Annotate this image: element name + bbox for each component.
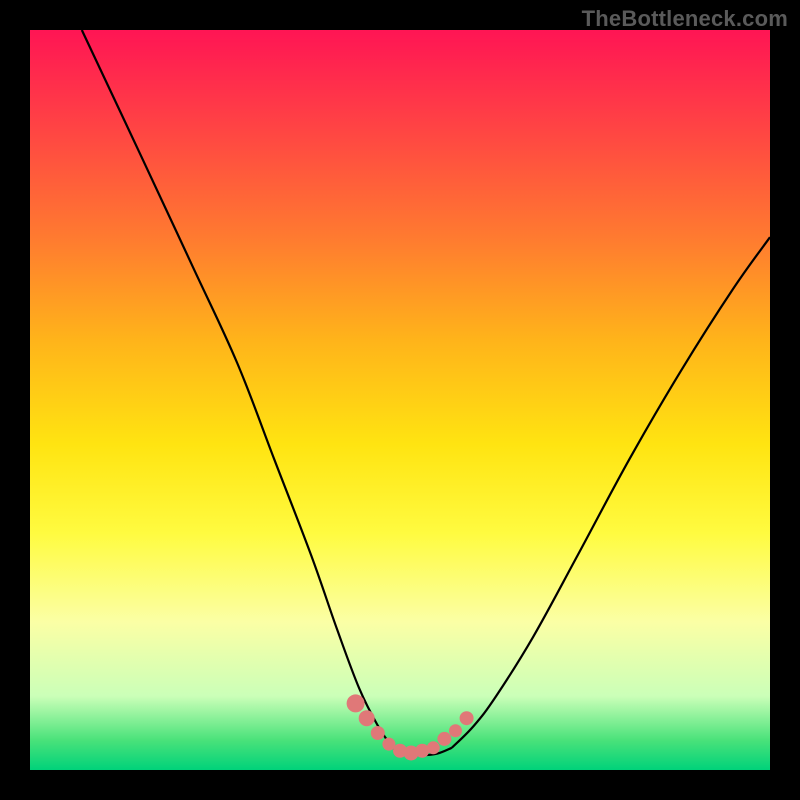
valley-marker-dot [371, 726, 385, 740]
right-ascent-curve [452, 237, 770, 748]
valley-marker-dot [437, 732, 451, 746]
valley-marker-dot [427, 741, 440, 754]
curve-layer [30, 30, 770, 770]
chart-frame: TheBottleneck.com [0, 0, 800, 800]
attribution-label: TheBottleneck.com [582, 6, 788, 32]
valley-marker-dot [359, 710, 375, 726]
left-descent-curve [82, 30, 393, 748]
valley-marker-dot [449, 724, 462, 737]
valley-marker-dot [460, 711, 474, 725]
plot-area [30, 30, 770, 770]
valley-marker-dot [347, 694, 365, 712]
